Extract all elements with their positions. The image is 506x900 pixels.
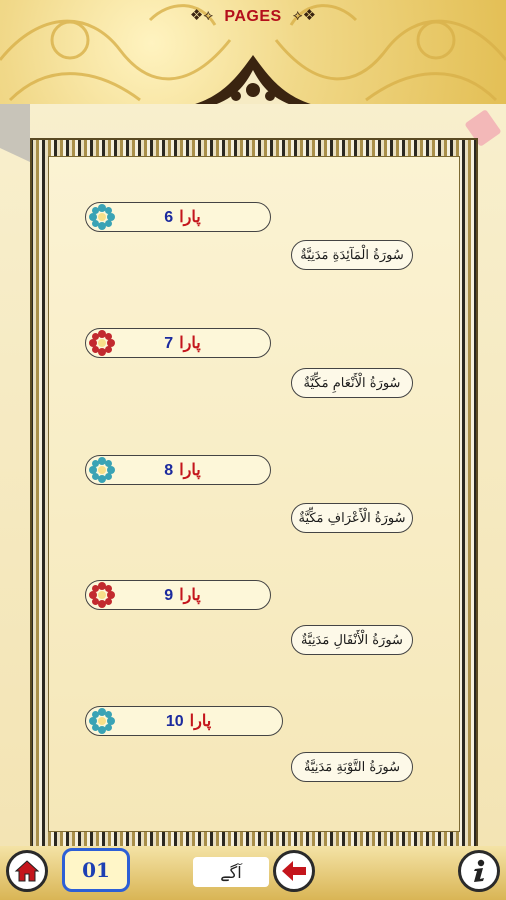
para-button-9[interactable]: 9 پارا — [85, 580, 271, 610]
para-button-8[interactable]: 8 پارا — [85, 455, 271, 485]
flower-icon — [89, 457, 115, 483]
flower-icon — [89, 330, 115, 356]
para-label: 7 پارا — [115, 333, 250, 353]
para-word: پارا — [179, 462, 201, 479]
back-arrow-button[interactable] — [273, 850, 315, 892]
para-number: 8 — [164, 462, 174, 479]
para-word: پارا — [189, 713, 212, 730]
para-word: پارا — [179, 335, 201, 352]
title-ornament-right-icon: ⟡❖ — [292, 6, 317, 24]
page-number-box[interactable]: 01 — [62, 848, 130, 892]
page-curl-left — [0, 104, 30, 162]
para-button-6[interactable]: 6 پارا — [85, 202, 271, 232]
flower-icon — [89, 708, 115, 734]
para-label: 8 پارا — [115, 460, 250, 480]
para-word: پارا — [179, 209, 201, 226]
para-number: 9 — [164, 587, 174, 604]
para-number: 6 — [164, 209, 174, 226]
header-banner: ❖⟡ PAGES ⟡❖ — [0, 0, 506, 108]
para-number: 10 — [165, 713, 184, 730]
para-label: 10 پارا — [115, 711, 262, 731]
next-label[interactable]: آگے — [193, 857, 269, 887]
surah-button-al-anam[interactable]: سُورَةُ الْأَنْعَامِ مَكِّيَّةٌ — [291, 368, 413, 398]
info-button[interactable] — [458, 850, 500, 892]
flower-icon — [89, 582, 115, 608]
surah-button-at-tawbah[interactable]: سُورَةُ التَّوْبَةِ مَدَنِيَّةٌ — [291, 752, 413, 782]
para-button-10[interactable]: 10 پارا — [85, 706, 283, 736]
para-number: 7 — [164, 335, 174, 352]
surah-button-al-araf[interactable]: سُورَةُ الْأَعْرَافِ مَكِّيَّةٌ — [291, 503, 413, 533]
home-button[interactable] — [6, 850, 48, 892]
para-label: 9 پارا — [115, 585, 250, 605]
para-button-7[interactable]: 7 پارا — [85, 328, 271, 358]
surah-button-al-maidah[interactable]: سُورَةُ الْمَآئِدَةِ مَدَنِيَّةٌ — [291, 240, 413, 270]
info-icon — [474, 859, 485, 882]
home-icon — [14, 860, 40, 882]
para-label: 6 پارا — [115, 207, 250, 227]
surah-button-al-anfal[interactable]: سُورَةُ الْأَنْفَالِ مَدَنِيَّةٌ — [291, 625, 413, 655]
page-title: PAGES — [224, 8, 282, 25]
para-word: پارا — [179, 587, 201, 604]
flower-icon — [89, 204, 115, 230]
arrow-left-icon — [282, 861, 306, 881]
title-ornament-left-icon: ❖⟡ — [189, 6, 214, 24]
